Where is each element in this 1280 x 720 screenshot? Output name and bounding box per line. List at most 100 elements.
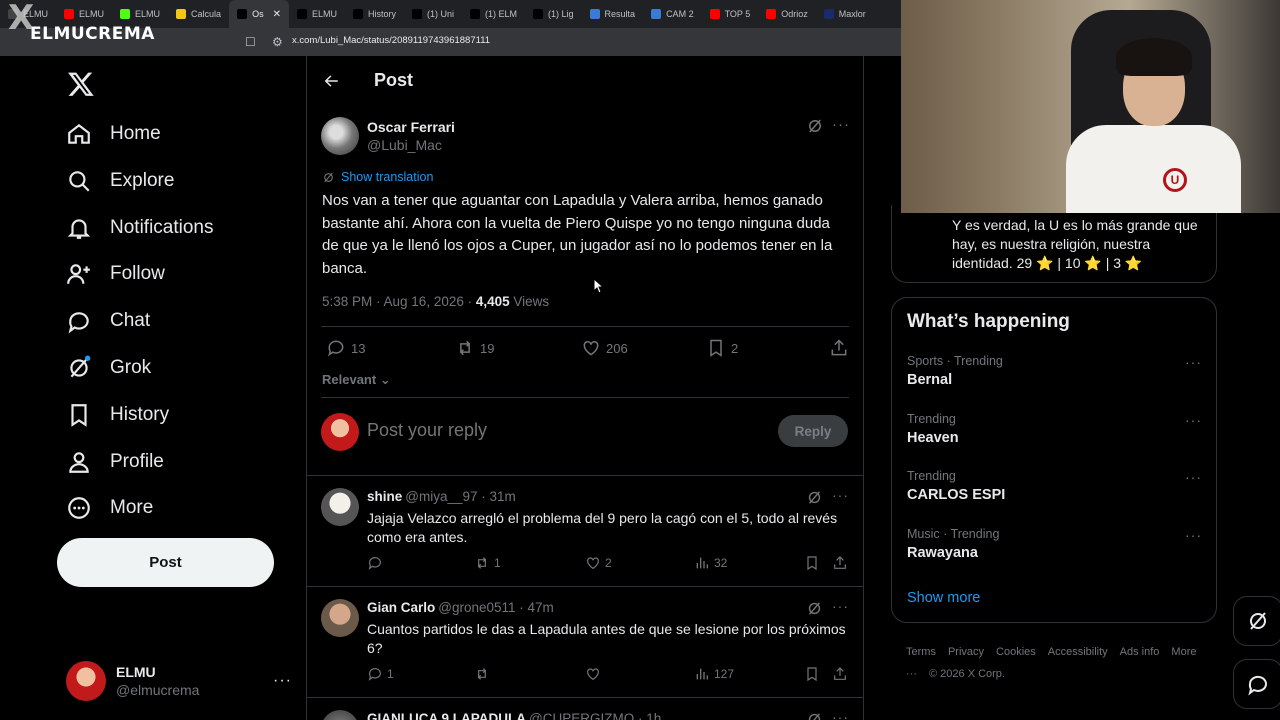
browser-tab[interactable]: History: [345, 0, 404, 28]
x-logo-icon[interactable]: [67, 70, 95, 98]
author-handle[interactable]: @Lubi_Mac: [367, 137, 442, 153]
browser-tab[interactable]: Resulta: [582, 0, 644, 28]
avatar[interactable]: [321, 710, 359, 720]
like-action[interactable]: [585, 666, 605, 682]
reply-author-name[interactable]: shine: [367, 489, 402, 504]
grok-floating-button[interactable]: [1233, 596, 1280, 646]
reply-author-name[interactable]: Gian Carlo: [367, 600, 435, 615]
nav-label: Profile: [110, 450, 164, 472]
nav-item-notifications[interactable]: Notifications: [66, 213, 214, 243]
browser-tab[interactable]: TOP 5: [702, 0, 759, 28]
url-field[interactable]: x.com/Lubi_Mac/status/208911974396188711…: [292, 35, 490, 46]
browser-tab[interactable]: Calcula: [168, 0, 229, 28]
share-action[interactable]: [832, 555, 848, 571]
reply-button[interactable]: Reply: [778, 415, 848, 447]
more-options-icon[interactable]: ···: [1185, 412, 1202, 428]
more-dots-icon[interactable]: ···: [273, 672, 292, 690]
footer-link[interactable]: Cookies: [996, 646, 1036, 658]
grok-icon[interactable]: [806, 489, 823, 506]
repost-action[interactable]: 1: [474, 555, 501, 571]
bookmark-action[interactable]: [804, 555, 820, 571]
nav-label: Home: [110, 123, 161, 144]
like-action[interactable]: 206: [581, 338, 628, 358]
footer-link[interactable]: Privacy: [948, 646, 984, 658]
reply-author-name[interactable]: GIANLUCA 9 LAPADULA: [367, 711, 526, 720]
reply-post[interactable]: shine @miya__97 · 31m ··· Jajaja Velazco ar…: [307, 476, 863, 587]
bookmark-page-icon[interactable]: ☐: [245, 35, 256, 49]
reply-sort-dropdown[interactable]: Relevant ⌄: [322, 372, 391, 388]
browser-tab[interactable]: (1) Lig: [525, 0, 582, 28]
views-action[interactable]: 32: [694, 555, 727, 571]
grok-icon[interactable]: [806, 600, 823, 617]
nav-item-profile[interactable]: Profile: [66, 447, 164, 477]
reply-post[interactable]: GIANLUCA 9 LAPADULA @CUPERGIZMO · 1h ···: [307, 698, 863, 720]
author-name[interactable]: Oscar Ferrari: [367, 119, 455, 135]
more-options-icon[interactable]: ···: [832, 116, 850, 133]
repost-action[interactable]: 19: [455, 338, 494, 358]
bookmark-action[interactable]: [804, 666, 820, 682]
nav-item-home[interactable]: Home: [66, 119, 161, 149]
reply-input[interactable]: [367, 420, 747, 441]
footer-link[interactable]: © 2026 X Corp.: [929, 668, 1005, 680]
pinned-post-card[interactable]: Y es verdad, la U es lo más grande que h…: [891, 205, 1217, 283]
browser-tab[interactable]: ELMU: [289, 0, 345, 28]
reply-icon: [368, 557, 381, 570]
browser-tab[interactable]: (1) ELM: [462, 0, 525, 28]
grok-icon[interactable]: [806, 117, 824, 135]
back-arrow-icon[interactable]: [322, 72, 340, 90]
more-options-icon[interactable]: ···: [1185, 469, 1202, 485]
show-translation-link[interactable]: Show translation: [322, 170, 433, 184]
post-time[interactable]: 5:38 PM · Aug 16, 2026 ·: [322, 294, 476, 309]
nav-item-more[interactable]: More: [66, 493, 153, 523]
browser-tab[interactable]: (1) Uni: [404, 0, 462, 28]
trend-item[interactable]: Music · Trending Rawayana ···: [907, 527, 1202, 561]
browser-tab[interactable]: Maxlor: [816, 0, 874, 28]
nav-item-chat[interactable]: Chat: [66, 306, 150, 336]
more-options-icon[interactable]: ···: [1185, 527, 1202, 543]
messages-floating-button[interactable]: [1233, 659, 1280, 709]
nav-label: History: [110, 403, 170, 425]
reply-action[interactable]: 13: [326, 338, 365, 358]
webcam-overlay: U: [901, 0, 1280, 213]
account-switcher[interactable]: ELMU @elmucrema ···: [66, 659, 292, 703]
reply-post[interactable]: Gian Carlo @grone0511 · 47m ··· Cuantos par…: [307, 587, 863, 698]
browser-tab[interactable]: Odrioz: [758, 0, 816, 28]
nav-item-explore[interactable]: Explore: [66, 166, 174, 196]
share-action[interactable]: [829, 338, 849, 358]
avatar[interactable]: [321, 488, 359, 526]
site-info-icon[interactable]: ⚙: [272, 35, 283, 49]
mouse-cursor-icon: [593, 278, 605, 294]
grok-icon[interactable]: [806, 711, 823, 720]
footer-link[interactable]: Ads info: [1120, 646, 1160, 658]
more-options-icon[interactable]: ···: [832, 709, 849, 720]
bookmark-action[interactable]: 2: [706, 338, 738, 358]
avatar[interactable]: [321, 599, 359, 637]
trend-item[interactable]: Sports · Trending Bernal ···: [907, 354, 1202, 388]
trend-name: CARLOS ESPI: [907, 487, 1006, 503]
browser-tab[interactable]: CAM 2: [643, 0, 702, 28]
reply-action[interactable]: [367, 555, 387, 571]
trend-item[interactable]: Trending Heaven ···: [907, 412, 1202, 446]
show-more-link[interactable]: Show more: [907, 590, 980, 606]
browser-tab[interactable]: Os ✕: [229, 0, 289, 28]
footer-link[interactable]: Accessibility: [1048, 646, 1108, 658]
bell-icon: [67, 218, 91, 239]
trend-item[interactable]: Trending CARLOS ESPI ···: [907, 469, 1202, 503]
reply-action[interactable]: 1: [367, 666, 394, 682]
author-avatar[interactable]: [321, 117, 359, 155]
trend-category: Music · Trending: [907, 526, 1000, 541]
like-action[interactable]: 2: [585, 555, 612, 571]
views-action[interactable]: 127: [694, 666, 734, 682]
more-options-icon[interactable]: ···: [832, 487, 849, 503]
nav-item-history[interactable]: History: [66, 400, 169, 430]
share-action[interactable]: [832, 666, 848, 682]
repost-action[interactable]: [474, 666, 494, 682]
footer-link[interactable]: Terms: [906, 646, 936, 658]
post-button[interactable]: Post: [57, 538, 274, 587]
more-options-icon[interactable]: ···: [832, 598, 849, 614]
more-options-icon[interactable]: ···: [1185, 354, 1202, 370]
nav-item-grok[interactable]: Grok: [66, 353, 151, 383]
follow-icon: [67, 264, 90, 285]
tab-close-icon[interactable]: ✕: [273, 9, 281, 20]
nav-item-follow[interactable]: Follow: [66, 259, 165, 289]
